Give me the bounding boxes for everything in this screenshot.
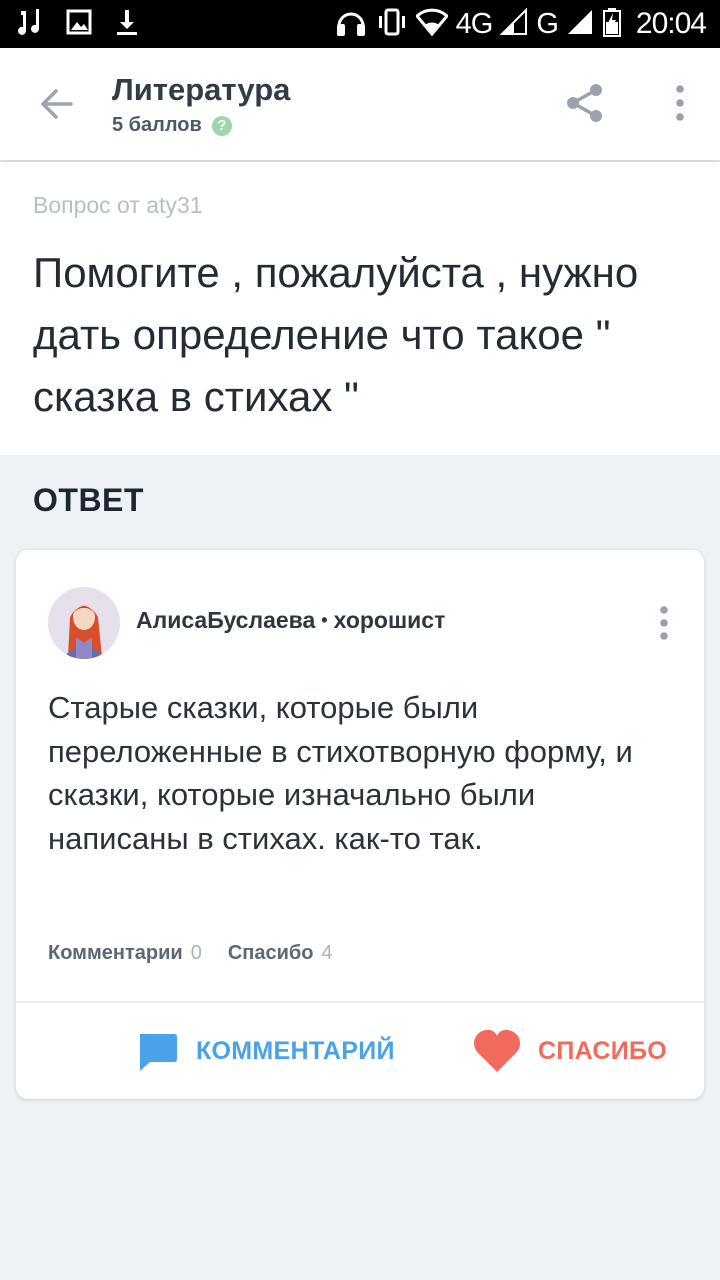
- comment-button[interactable]: КОММЕНТАРИЙ: [136, 1026, 395, 1076]
- image-icon: [66, 9, 92, 40]
- answer-stats: Комментарии 0 Спасибо 4: [48, 942, 359, 965]
- signal-icon: [499, 7, 528, 41]
- share-button[interactable]: [560, 78, 610, 128]
- thanks-count: 4: [321, 942, 333, 964]
- network-4g-label: 4G: [455, 7, 494, 40]
- signal-icon: [566, 8, 594, 41]
- battery-icon: [602, 7, 622, 42]
- download-icon: [114, 8, 140, 41]
- answer-text: Старые сказки, которые были переложенные…: [48, 690, 633, 856]
- question-text: Помогите , пожалуйста , нужно дать опред…: [33, 249, 639, 420]
- thanks-stat-label: Спасибо: [227, 942, 314, 964]
- help-icon[interactable]: ?: [211, 115, 232, 136]
- comments-stat-label: Комментарии: [48, 942, 183, 964]
- thanks-button[interactable]: СПАСИБО: [472, 1026, 667, 1076]
- share-icon: [567, 84, 602, 122]
- music-icon: [18, 7, 44, 42]
- back-arrow-icon: [41, 89, 73, 119]
- answer-author: АлисаБуслаева • хорошист: [136, 607, 445, 634]
- avatar[interactable]: [48, 587, 120, 659]
- question-author[interactable]: Вопрос от aty31: [33, 192, 203, 219]
- back-button[interactable]: [28, 76, 84, 132]
- subject-title: Литература: [112, 72, 291, 107]
- comment-button-label: КОММЕНТАРИЙ: [196, 1036, 395, 1065]
- clock: 20:04: [635, 7, 707, 40]
- heart-icon: [474, 1029, 520, 1072]
- points-label: 5 баллов: [112, 114, 202, 136]
- author-separator: •: [321, 610, 328, 630]
- thanks-button-label: СПАСИБО: [538, 1036, 667, 1065]
- wifi-icon: [414, 8, 449, 41]
- vibrate-icon: [376, 7, 408, 42]
- answer-heading: ОТВЕТ: [33, 482, 144, 518]
- more-vertical-icon: [660, 606, 668, 640]
- points-row: 5 баллов ?: [112, 114, 232, 137]
- comment-bubble-icon: [140, 1034, 177, 1071]
- author-rank: хорошист: [333, 607, 446, 633]
- answer-more-button[interactable]: [646, 602, 682, 644]
- question-block: Вопрос от aty31 Помогите , пожалуйста , …: [0, 162, 720, 455]
- comments-count: 0: [190, 942, 202, 964]
- more-options-button[interactable]: [660, 78, 700, 128]
- answer-card: АлисаБуслаева • хорошист Старые сказки, …: [16, 550, 704, 1099]
- status-bar: 4G G 20:04: [0, 0, 720, 48]
- author-name[interactable]: АлисаБуслаева: [136, 607, 315, 634]
- more-vertical-icon: [676, 85, 684, 121]
- headset-icon: [334, 6, 368, 43]
- top-app-bar: Литература 5 баллов ?: [0, 48, 720, 160]
- network-g-label: G: [536, 7, 559, 40]
- divider: [16, 1001, 704, 1003]
